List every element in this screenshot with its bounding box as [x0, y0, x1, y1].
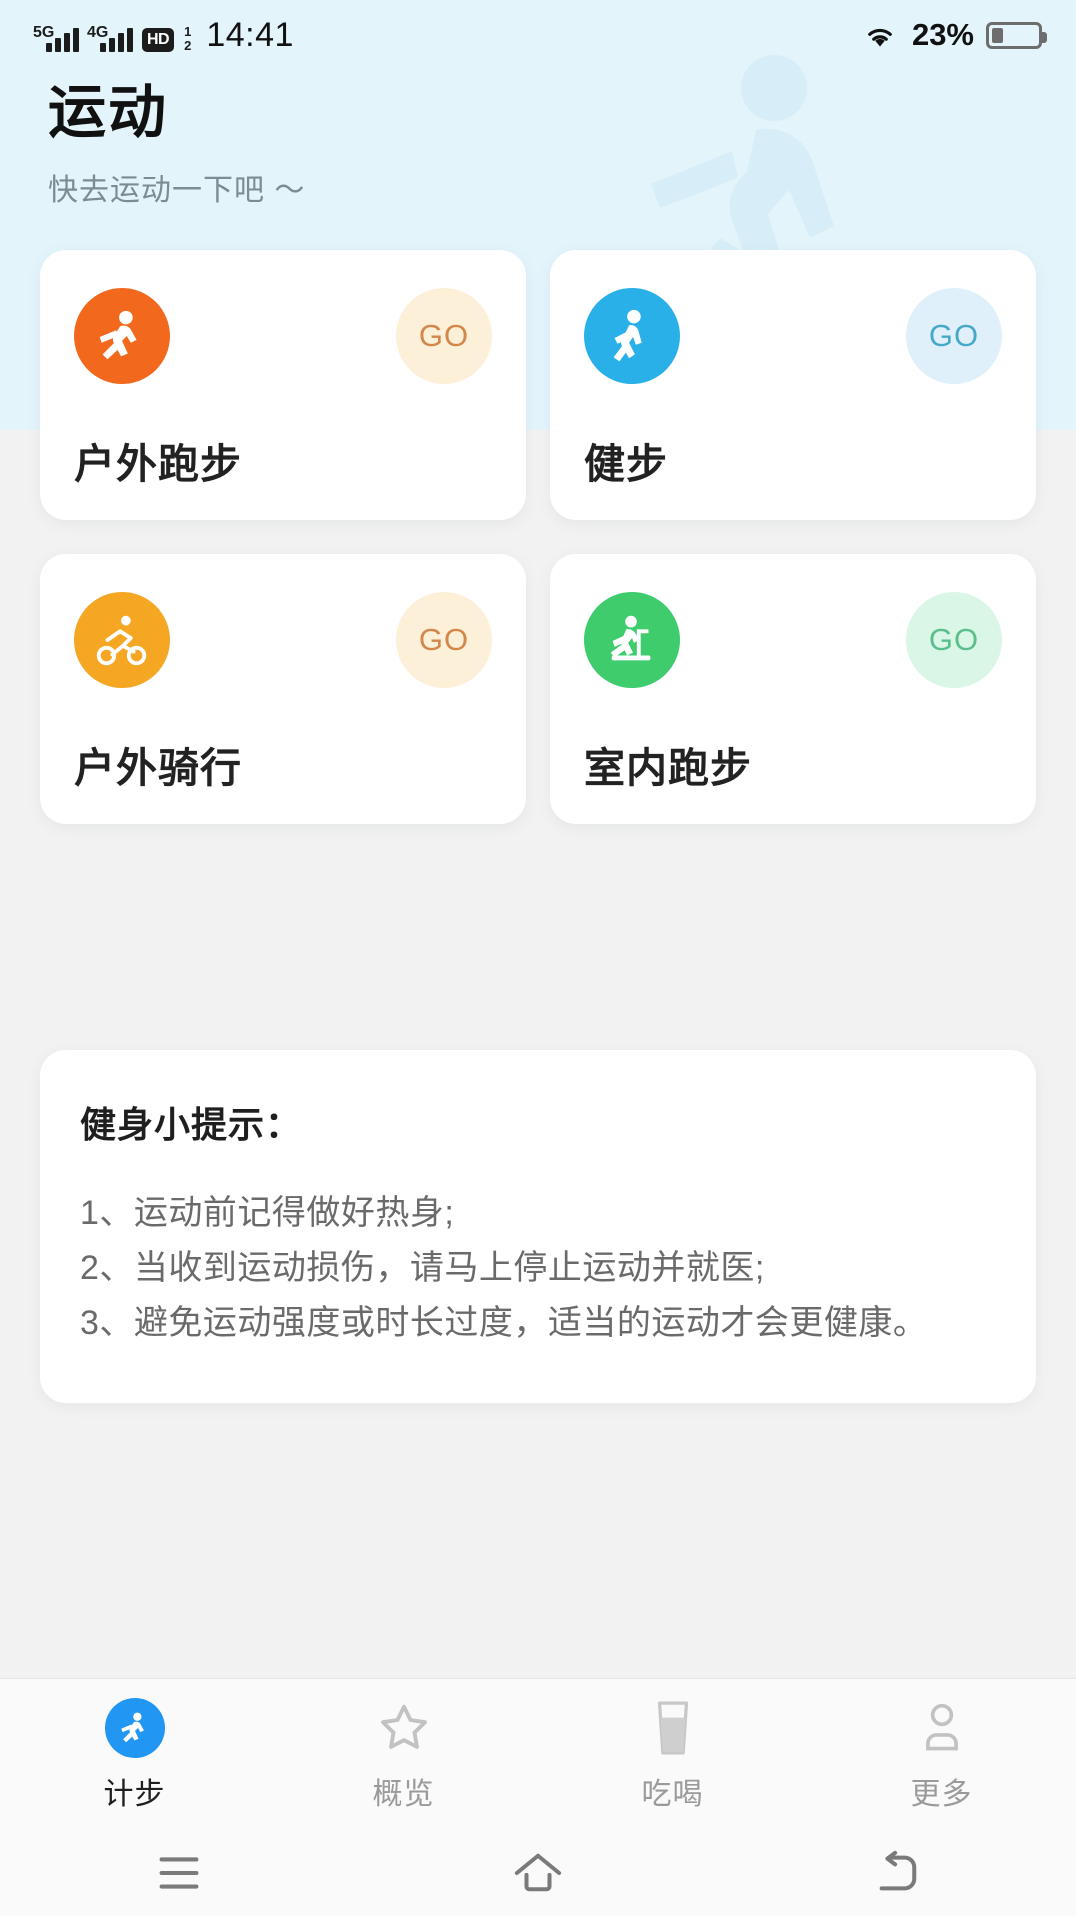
- tips-list: 1、运动前记得做好热身; 2、当收到运动损伤，请马上停止运动并就医; 3、避免运…: [80, 1186, 996, 1351]
- android-navigation-bar: [0, 1830, 1076, 1916]
- wifi-icon: [868, 28, 892, 47]
- signal-5g: 5G: [33, 24, 79, 52]
- battery-icon: [986, 21, 1047, 49]
- sport-card-label: 健步: [584, 441, 668, 487]
- hd-sim-indicator: 1 2: [184, 25, 191, 52]
- person-icon: [916, 1697, 968, 1759]
- status-bar: 5G 4G HD 1 2 14:41 23%: [0, 0, 1076, 70]
- battery-percent: 23%: [911, 17, 974, 52]
- hd-sim-sup: 1: [184, 24, 192, 39]
- status-clock: 14:41: [206, 16, 294, 54]
- page-subtitle: 快去运动一下吧 ～: [48, 173, 306, 207]
- tab-overview[interactable]: 概览: [269, 1697, 538, 1813]
- back-icon[interactable]: [717, 1850, 1076, 1896]
- sport-card-grid: GO 户外跑步 GO 健步 GO 户外骑行 GO 室内跑步: [40, 250, 1036, 824]
- menu-recents-icon[interactable]: [0, 1851, 359, 1895]
- signal-4g: 4G: [87, 24, 133, 52]
- tab-drink[interactable]: 吃喝: [538, 1697, 807, 1813]
- go-button-indoor-running[interactable]: GO: [906, 592, 1002, 688]
- sport-card-label: 室内跑步: [584, 745, 752, 791]
- page-title: 运动: [48, 80, 169, 145]
- go-button-walking[interactable]: GO: [906, 288, 1002, 384]
- star-icon: [375, 1697, 433, 1759]
- tab-more[interactable]: 更多: [807, 1697, 1076, 1813]
- walking-icon: [584, 288, 680, 384]
- app-screen: 5G 4G HD 1 2 14:41 23% 运动 快去运动一下吧 ～ GO 户…: [0, 0, 1076, 1916]
- tip-item: 1、运动前记得做好热身;: [80, 1194, 455, 1232]
- tab-label: 更多: [910, 1777, 973, 1811]
- sport-card-walking[interactable]: GO 健步: [550, 250, 1036, 520]
- step-counter-icon: [104, 1697, 165, 1759]
- sport-card-outdoor-running[interactable]: GO 户外跑步: [40, 250, 526, 520]
- sport-card-label: 户外骑行: [74, 745, 242, 791]
- tab-label: 计步: [103, 1777, 166, 1811]
- sport-card-cycling[interactable]: GO 户外骑行: [40, 554, 526, 824]
- fitness-tips-card: 健身小提示： 1、运动前记得做好热身; 2、当收到运动损伤，请马上停止运动并就医…: [40, 1050, 1036, 1404]
- hd-sim-sub: 2: [184, 38, 192, 53]
- outdoor-running-icon: [74, 288, 170, 384]
- tab-label: 概览: [372, 1777, 435, 1811]
- page-header: 运动 快去运动一下吧 ～: [48, 80, 305, 209]
- go-button-outdoor-running[interactable]: GO: [396, 288, 492, 384]
- go-button-cycling[interactable]: GO: [396, 592, 492, 688]
- sport-card-label: 户外跑步: [74, 441, 242, 487]
- tip-item: 3、避免运动强度或时长过度，适当的运动才会更健康。: [80, 1304, 928, 1343]
- home-icon[interactable]: [359, 1850, 718, 1896]
- signal-4g-label: 4G: [87, 24, 109, 41]
- tips-title: 健身小提示：: [80, 1104, 303, 1145]
- bottom-tab-bar: 计步 概览 吃喝 更多: [0, 1678, 1076, 1830]
- tip-item: 2、当收到运动损伤，请马上停止运动并就医;: [80, 1249, 765, 1288]
- treadmill-icon: [584, 592, 680, 688]
- sport-card-indoor-running[interactable]: GO 室内跑步: [550, 554, 1036, 824]
- hd-icon: HD: [142, 28, 175, 52]
- drink-glass-icon: [648, 1697, 698, 1759]
- cycling-icon: [74, 592, 170, 688]
- tab-label: 吃喝: [641, 1777, 704, 1811]
- signal-5g-label: 5G: [33, 24, 55, 41]
- tab-step-counter[interactable]: 计步: [0, 1697, 269, 1813]
